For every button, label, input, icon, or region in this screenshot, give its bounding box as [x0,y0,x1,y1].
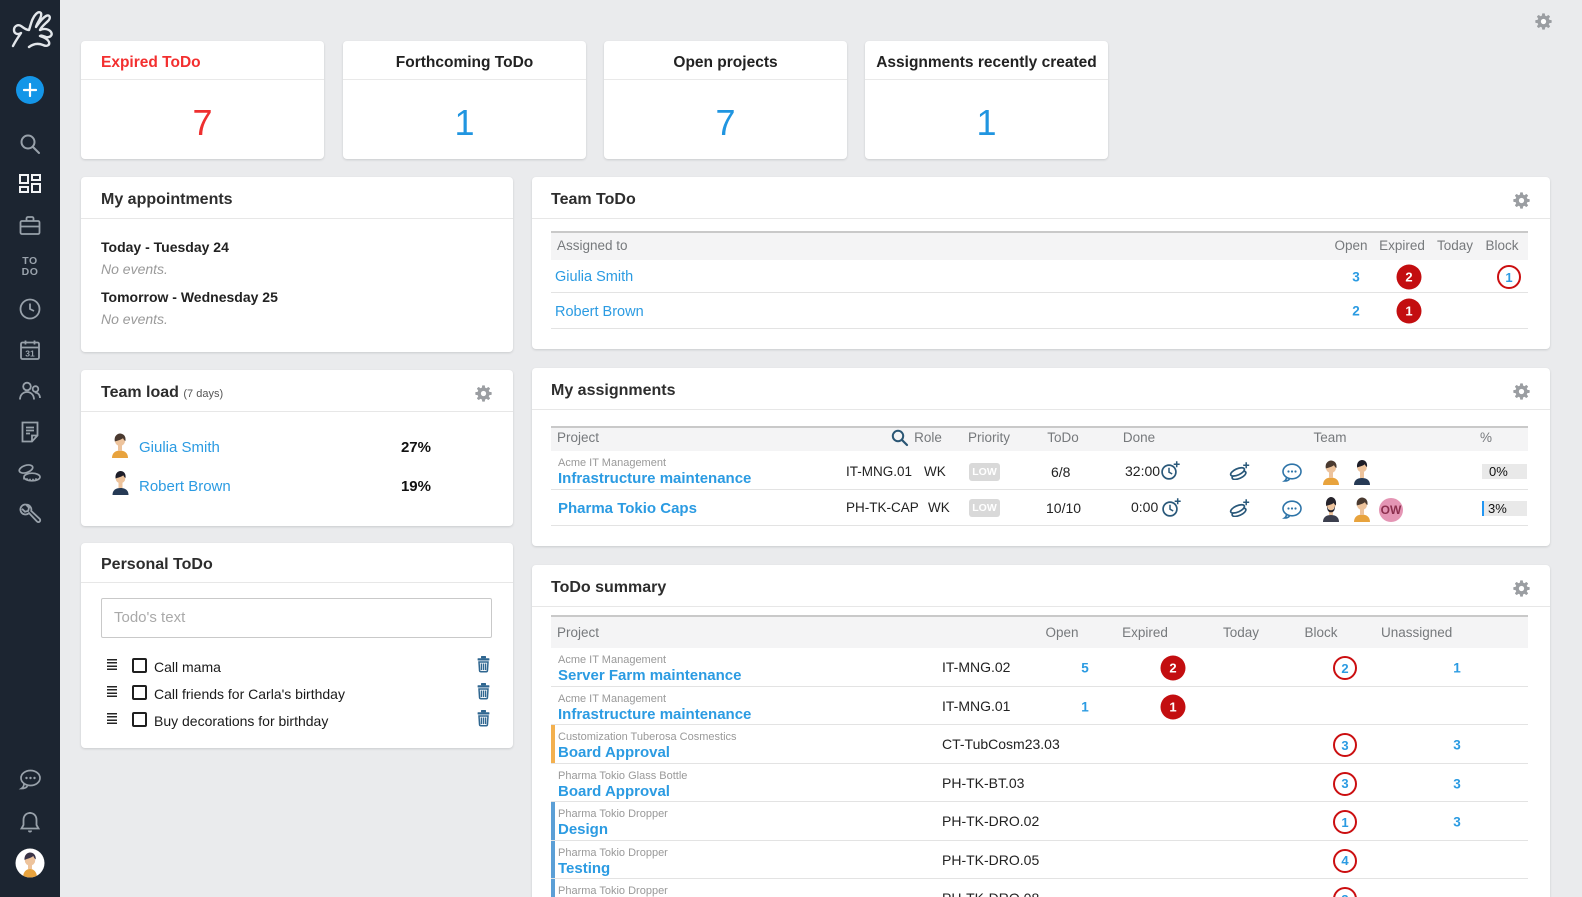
svg-text:31: 31 [25,349,35,359]
